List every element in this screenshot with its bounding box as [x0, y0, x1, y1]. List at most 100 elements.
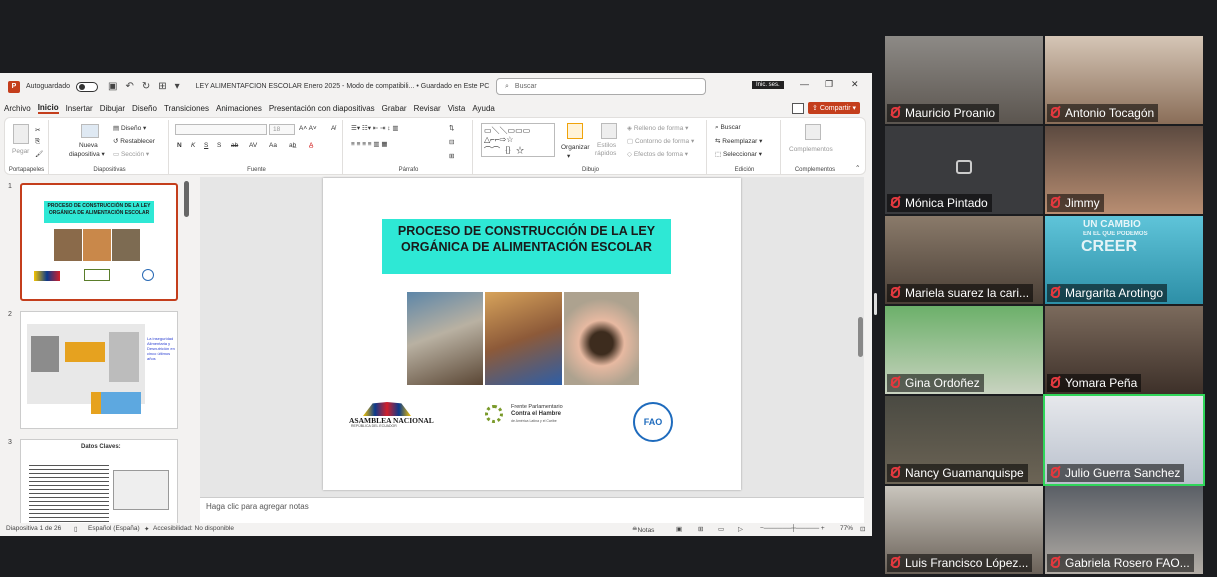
zoom-slider[interactable]: −──────┼───── + [760, 525, 825, 532]
comment-icon[interactable] [792, 103, 804, 114]
current-slide[interactable]: PROCESO DE CONSTRUCCIÓN DE LA LEY ORGÁNI… [323, 178, 741, 490]
arrange-icon[interactable] [567, 123, 583, 139]
document-title[interactable]: LEY ALIMENTAFCION ESCOLAR Enero 2025 - M… [196, 83, 490, 90]
thumbnail-scrollbar[interactable] [184, 181, 189, 217]
reading-view-icon[interactable]: ▭ [718, 525, 724, 533]
section-button[interactable]: ▭ Sección ▾ [113, 150, 149, 158]
share-button[interactable]: ⇪ Compartir ▾ [808, 102, 861, 114]
slideshow-icon[interactable]: ▷ [738, 525, 743, 533]
format-painter-icon[interactable]: 🖌 [35, 150, 43, 158]
thumbnail-slide-1[interactable]: PROCESO DE CONSTRUCCIÓN DE LA LEY ORGÁNI… [20, 183, 178, 301]
paste-icon[interactable] [13, 124, 29, 144]
shadow-icon[interactable]: S [217, 142, 221, 149]
participant-tile[interactable]: Antonio Tocagón [1045, 36, 1203, 124]
menu-6[interactable]: Animaciones [216, 104, 262, 113]
spellcheck-icon[interactable]: ▯ [74, 525, 78, 533]
participant-tile[interactable]: Mauricio Proanio [885, 36, 1043, 124]
menu-10[interactable]: Vista [448, 104, 466, 113]
pane-resize-handle[interactable] [874, 293, 877, 315]
shape-effects-button[interactable]: ◇ Efectos de forma ▾ [627, 150, 688, 158]
participant-tile[interactable]: Gina Ordoñez [885, 306, 1043, 394]
addins-button[interactable]: Complementos [789, 146, 833, 153]
menu-4[interactable]: Diseño [132, 104, 157, 113]
shapes-gallery[interactable]: ▭＼＼▭▭▭ △⌐⌐⇨☆ ⌒⌒｛｝☆ [481, 123, 555, 157]
quick-styles-sub[interactable]: rápidos [595, 150, 616, 157]
language-status[interactable]: Español (España) [88, 525, 140, 532]
redo-icon[interactable]: ↻ [142, 81, 150, 92]
select-button[interactable]: ⬚ Seleccionar ▾ [715, 150, 762, 158]
new-slide-icon[interactable] [81, 124, 99, 138]
slide-title[interactable]: PROCESO DE CONSTRUCCIÓN DE LA LEY ORGÁNI… [382, 219, 671, 274]
menu-9[interactable]: Revisar [414, 104, 441, 113]
new-slide-label[interactable]: Nueva [79, 142, 98, 149]
align-icons[interactable]: ≡ ≡ ≡ ≡ ▥ ▦ [351, 140, 387, 148]
fit-slide-icon[interactable]: ⊡ [860, 525, 865, 533]
menu-7[interactable]: Presentación con diapositivas [269, 104, 375, 113]
smartart-icon[interactable]: ⊞ [449, 152, 454, 160]
new-slide-sub[interactable]: diapositiva ▾ [69, 150, 105, 158]
present-icon[interactable]: ⊞ [158, 81, 166, 92]
collapse-ribbon-icon[interactable]: ⌃ [855, 164, 860, 172]
participant-tile[interactable]: Nancy Guamanquispe [885, 396, 1043, 484]
menu-1[interactable]: Inicio [37, 103, 59, 114]
participant-tile[interactable]: Luis Francisco López... [885, 486, 1043, 574]
replace-button[interactable]: ⇆ Reemplazar ▾ [715, 137, 762, 145]
thumbnail-slide-2[interactable]: La inseguridad Alimentaria y Desnutrició… [20, 311, 178, 429]
participant-tile[interactable]: Gabriela Rosero FAO... [1045, 486, 1203, 574]
underline-icon[interactable]: S [204, 142, 208, 149]
highlight-icon[interactable]: ab̲ [289, 142, 296, 149]
font-grow-icon[interactable]: A˄ A˅ [299, 125, 317, 132]
font-color-icon[interactable]: A̲ [309, 142, 313, 149]
paste-button[interactable]: Pegar [12, 148, 29, 155]
menu-0[interactable]: Archivo [4, 104, 31, 113]
arrange-button[interactable]: Organizar [561, 144, 590, 151]
participant-tile[interactable]: Mónica Pintado [885, 126, 1043, 214]
menu-8[interactable]: Grabar [382, 104, 407, 113]
strike-icon[interactable]: ab [231, 142, 238, 149]
menu-3[interactable]: Dibujar [100, 104, 125, 113]
notes-pane[interactable]: Haga clic para agregar notas [200, 497, 864, 523]
participant-tile[interactable]: Julio Guerra Sanchez [1043, 394, 1205, 486]
shape-fill-button[interactable]: ◈ Relleno de forma ▾ [627, 124, 688, 132]
shape-outline-button[interactable]: ▢ Contorno de forma ▾ [627, 137, 694, 145]
case-icon[interactable]: Aa [269, 142, 277, 149]
menu-11[interactable]: Ayuda [472, 104, 495, 113]
autosave-toggle[interactable] [75, 81, 98, 92]
quick-styles-label[interactable]: Estilos [597, 142, 616, 149]
cut-icon[interactable]: ✂ [35, 126, 40, 134]
minimize-icon[interactable]: — [800, 79, 809, 89]
menu-2[interactable]: Insertar [66, 104, 93, 113]
addins-icon[interactable] [805, 124, 821, 140]
find-button[interactable]: ⌕ Buscar [715, 124, 741, 132]
zoom-level[interactable]: 77% [840, 525, 853, 532]
participant-tile[interactable]: Jimmy [1045, 126, 1203, 214]
search-input[interactable]: ⌕ Buscar [496, 78, 706, 95]
maximize-icon[interactable]: ❐ [825, 79, 833, 90]
participant-tile[interactable]: Mariela suarez la cari... [885, 216, 1043, 304]
participant-tile[interactable]: Yomara Peña [1045, 306, 1203, 394]
copy-icon[interactable]: ⎘ [35, 138, 40, 146]
italic-icon[interactable]: K [191, 142, 195, 149]
font-size-select[interactable]: 18 [269, 124, 295, 135]
close-icon[interactable]: ✕ [851, 79, 859, 90]
sign-in-button[interactable]: Inic. ses. [752, 81, 784, 89]
bullets-icon[interactable]: ☰▾ ☷▾ ⇤ ⇥ ↕ ▥ [351, 124, 399, 132]
sorter-view-icon[interactable]: ⊞ [698, 525, 703, 533]
bold-icon[interactable]: N [177, 142, 182, 149]
notes-button[interactable]: ≘ Notas [632, 525, 654, 534]
customize-icon[interactable]: ▾ [175, 81, 180, 92]
editor-scrollbar[interactable] [858, 317, 863, 357]
reset-button[interactable]: ↺ Restablecer [113, 137, 155, 145]
font-family-select[interactable] [175, 124, 267, 135]
layout-button[interactable]: ▤ Diseño ▾ [113, 124, 146, 132]
quick-styles-icon[interactable] [601, 123, 617, 139]
align-text-icon[interactable]: ⊟ [449, 138, 454, 146]
save-icon[interactable]: ▣ [108, 81, 117, 92]
menu-5[interactable]: Transiciones [164, 104, 209, 113]
spacing-icon[interactable]: AV [249, 142, 257, 149]
text-direction-icon[interactable]: ⇅ [449, 124, 454, 132]
accessibility-icon[interactable]: ✦ [144, 525, 149, 533]
accessibility-status[interactable]: Accesibilidad: No disponible [153, 525, 234, 532]
participant-tile[interactable]: UN CAMBIO EN EL QUE PODEMOS CREER Margarita… [1045, 216, 1203, 304]
clear-format-icon[interactable]: A̸ [331, 125, 335, 132]
